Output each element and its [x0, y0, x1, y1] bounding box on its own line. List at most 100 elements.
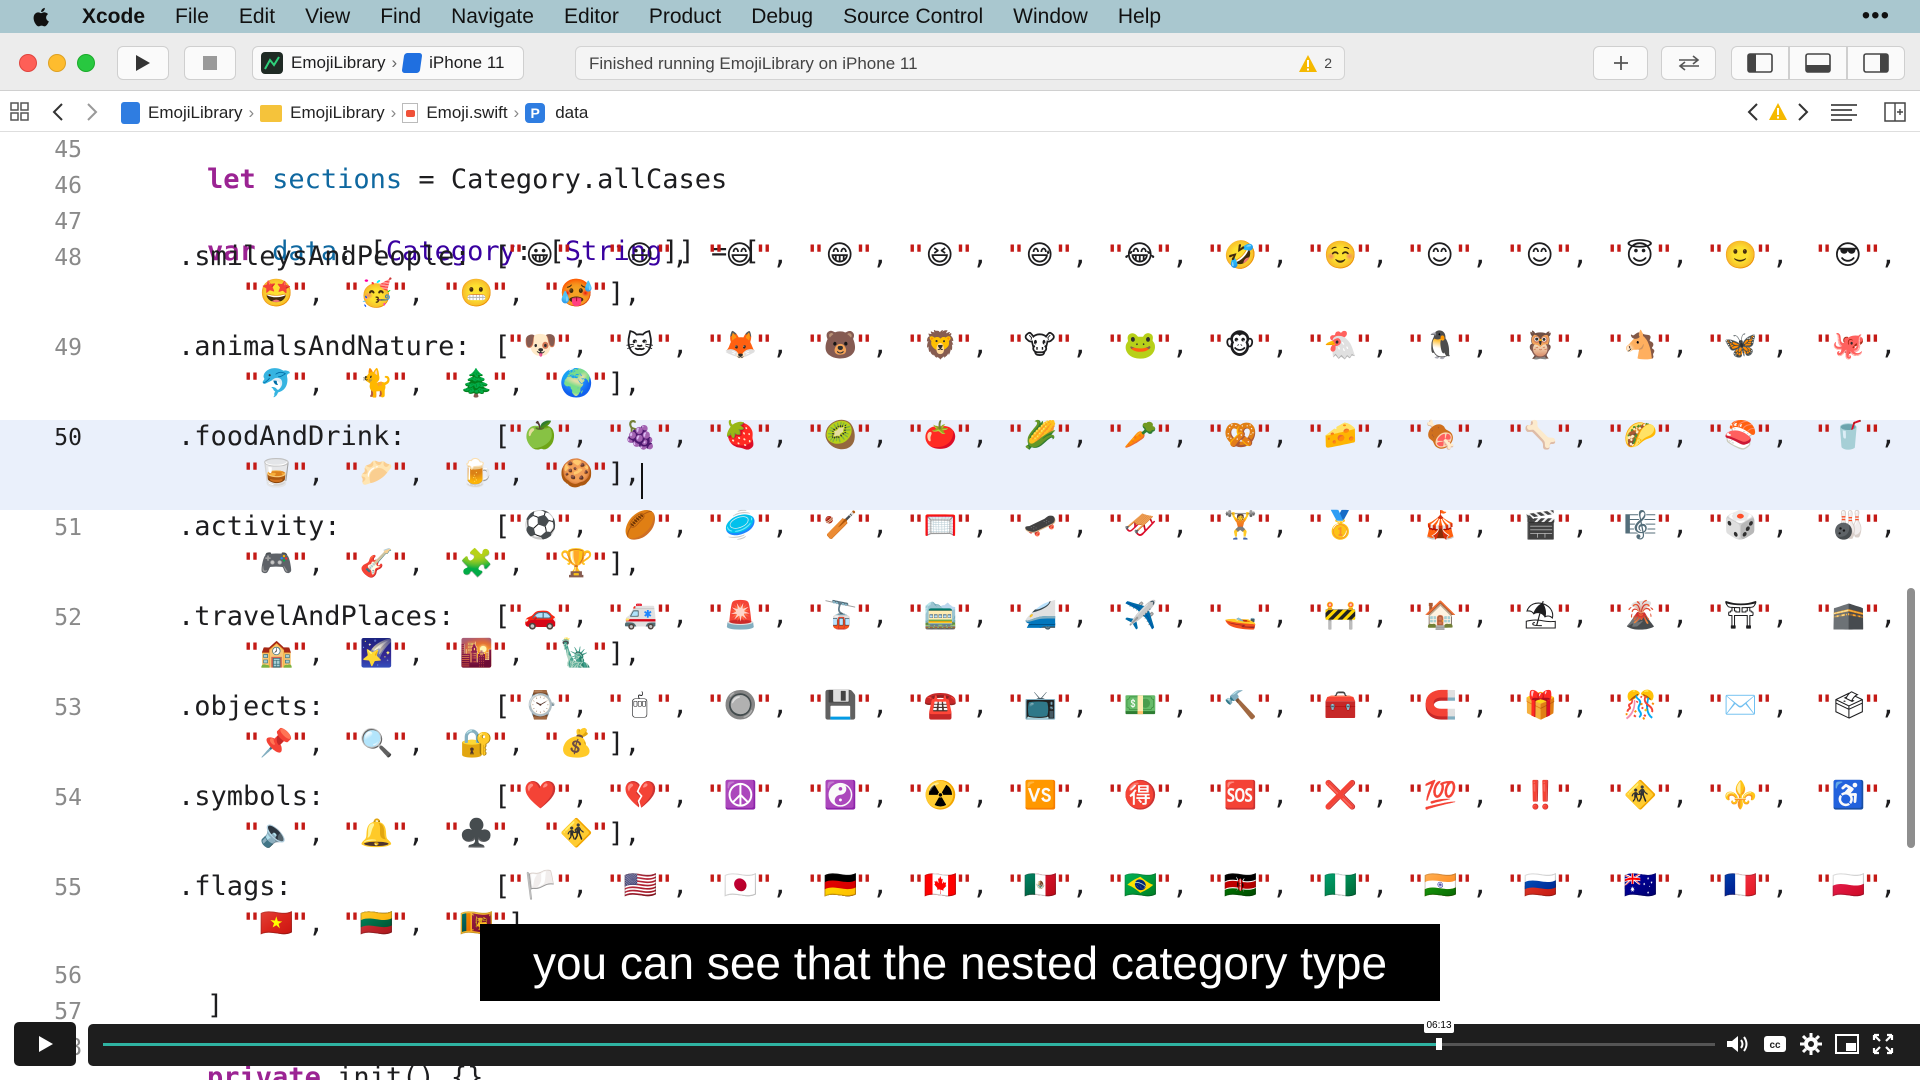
emoji-string-literal[interactable]: " 🌍 "],: [542, 367, 642, 400]
emoji-string-literal[interactable]: " 🕋 ",: [1806, 599, 1906, 632]
add-editor-icon[interactable]: [1884, 102, 1906, 122]
emoji-string-literal[interactable]: " 😀 ",: [506, 240, 606, 271]
emoji-string-literal[interactable]: " 😎 ",: [1806, 240, 1906, 271]
emoji-string-literal[interactable]: " 🍖 ",: [1406, 419, 1506, 452]
emoji-string-literal[interactable]: " ‼️ ",: [1506, 779, 1606, 812]
emoji-string-literal[interactable]: " 🐸 ",: [1106, 329, 1206, 362]
emoji-string-literal[interactable]: " 🎲 ",: [1706, 509, 1806, 542]
emoji-string-literal[interactable]: " 💾 ",: [806, 689, 906, 722]
toggle-debug-area-button[interactable]: [1789, 46, 1847, 80]
emoji-string-literal[interactable]: " 🦉 ",: [1506, 329, 1606, 362]
emoji-string-literal[interactable]: " 🐮 ",: [1006, 330, 1106, 361]
related-items-icon[interactable]: [10, 102, 30, 122]
menu-debug[interactable]: Debug: [751, 5, 813, 29]
emoji-string-literal[interactable]: " 🌠 ",: [342, 637, 442, 670]
emoji-string-literal[interactable]: " 🚧 ",: [1306, 599, 1406, 632]
minimize-window-button[interactable]: [48, 54, 66, 72]
picture-in-picture-icon[interactable]: [1834, 1031, 1860, 1057]
emoji-string-literal[interactable]: " 🍇 ",: [606, 419, 706, 452]
category-label[interactable]: .activity:: [178, 511, 341, 542]
emoji-string-literal[interactable]: " 🇺🇸 ",: [606, 869, 706, 902]
closed-captions-icon[interactable]: cc: [1762, 1031, 1788, 1057]
warning-icon[interactable]: [1298, 54, 1318, 73]
emoji-string-literal[interactable]: " 🥵 "],: [542, 277, 642, 310]
emoji-string-literal[interactable]: " 🏉 ",: [606, 509, 706, 542]
emoji-string-literal[interactable]: " 🚨 ",: [706, 599, 806, 632]
emoji-string-literal[interactable]: " 🇻🇳 ",: [242, 907, 342, 940]
emoji-string-literal[interactable]: " 🐶 ",: [506, 329, 606, 362]
emoji-string-literal[interactable]: " ⌚️ ",: [506, 689, 606, 722]
emoji-string-literal[interactable]: " 🥳 ",: [342, 277, 442, 310]
emoji-string-literal[interactable]: " 🎳 ",: [1806, 509, 1906, 542]
back-icon[interactable]: [52, 103, 64, 121]
emoji-string-literal[interactable]: " 🍅 ",: [906, 419, 1006, 452]
emoji-string-literal[interactable]: " 😁 ",: [806, 240, 906, 271]
emoji-string-literal[interactable]: " 🇷🇺 ",: [1506, 869, 1606, 902]
emoji-string-literal[interactable]: " 🍣 ",: [1706, 419, 1806, 452]
run-button[interactable]: [117, 46, 169, 80]
emoji-string-literal[interactable]: " 🇯🇵 ",: [706, 869, 806, 902]
toggle-inspector-button[interactable]: [1847, 46, 1905, 80]
emoji-string-literal[interactable]: " 🇳🇬 ",: [1306, 869, 1406, 902]
menu-navigate[interactable]: Navigate: [451, 5, 534, 29]
issue-warning-icon[interactable]: [1768, 102, 1788, 121]
emoji-string-literal[interactable]: " 🚸 "],: [542, 817, 642, 850]
emoji-string-literal[interactable]: " 🇱🇹 ",: [342, 907, 442, 940]
emoji-string-literal[interactable]: " 🐻 ",: [806, 329, 906, 362]
emoji-string-literal[interactable]: " 🌲 ",: [442, 367, 542, 400]
menu-help[interactable]: Help: [1118, 5, 1161, 29]
menu-xcode[interactable]: Xcode: [82, 5, 145, 29]
emoji-string-literal[interactable]: " 🥇 ",: [1306, 509, 1406, 542]
editor-scrollbar[interactable]: [1907, 588, 1915, 848]
emoji-string-literal[interactable]: " 😬 ",: [442, 277, 542, 310]
emoji-string-literal[interactable]: " ♿️ ",: [1806, 779, 1906, 812]
emoji-string-literal[interactable]: " 🍏 ",: [506, 419, 606, 452]
emoji-string-literal[interactable]: " 🉐 ",: [1106, 779, 1206, 812]
emoji-string-literal[interactable]: " 😆 ",: [906, 240, 1006, 271]
emoji-string-literal[interactable]: " 🌋 ",: [1606, 599, 1706, 632]
emoji-string-literal[interactable]: " 🇵🇱 ",: [1806, 869, 1906, 902]
emoji-string-literal[interactable]: " 🇩🇪 ",: [806, 869, 906, 902]
menu-view[interactable]: View: [305, 5, 350, 29]
emoji-string-literal[interactable]: " 🧲 ",: [1406, 689, 1506, 722]
emoji-string-literal[interactable]: " 🔈 ",: [242, 817, 342, 850]
emoji-string-literal[interactable]: " 💯 ",: [1406, 779, 1506, 812]
menu-product[interactable]: Product: [649, 5, 721, 29]
emoji-string-literal[interactable]: " 🦁 ",: [906, 329, 1006, 362]
emoji-string-literal[interactable]: " 😃 ",: [606, 240, 706, 271]
emoji-string-literal[interactable]: " 🛷 ",: [1106, 509, 1206, 542]
emoji-string-literal[interactable]: " 🍓 ",: [706, 419, 806, 452]
emoji-string-literal[interactable]: " 🍺 ",: [442, 457, 542, 490]
emoji-string-literal[interactable]: " 🖱 ",: [606, 689, 706, 721]
emoji-string-literal[interactable]: " 😄 ",: [706, 240, 806, 271]
emoji-string-literal[interactable]: " 🐧 ",: [1406, 329, 1506, 362]
editor-options-icon[interactable]: [1830, 103, 1858, 121]
emoji-string-literal[interactable]: " 💵 ",: [1106, 689, 1206, 722]
emoji-string-literal[interactable]: " 🔐 ",: [442, 727, 542, 760]
emoji-string-literal[interactable]: " 🇨🇦 ",: [906, 869, 1006, 902]
emoji-string-literal[interactable]: " 😊 ",: [1406, 240, 1506, 271]
emoji-string-literal[interactable]: " 🇧🇷 ",: [1106, 869, 1206, 902]
emoji-string-literal[interactable]: " 🌇 ",: [442, 637, 542, 670]
breadcrumb-project[interactable]: EmojiLibrary: [148, 103, 242, 123]
video-play-button[interactable]: [14, 1022, 76, 1066]
category-label[interactable]: .foodAndDrink:: [178, 421, 406, 452]
emoji-string-literal[interactable]: " ♣️ ",: [442, 817, 542, 850]
emoji-string-literal[interactable]: " 😇 ",: [1606, 240, 1706, 271]
emoji-string-literal[interactable]: " 🎬 ",: [1506, 509, 1606, 542]
category-label[interactable]: .animalsAndNature:: [178, 331, 471, 362]
forward-icon[interactable]: [86, 103, 98, 121]
emoji-string-literal[interactable]: " 😅 ",: [1006, 240, 1106, 271]
emoji-string-literal[interactable]: " 🚸 ",: [1606, 779, 1706, 812]
emoji-string-literal[interactable]: " 🆚 ",: [1006, 779, 1106, 812]
video-progress-handle[interactable]: [1436, 1038, 1442, 1050]
toggle-navigator-button[interactable]: [1731, 46, 1789, 80]
breadcrumb-file[interactable]: Emoji.swift: [426, 103, 507, 123]
fullscreen-icon[interactable]: [1870, 1031, 1896, 1057]
stop-button[interactable]: [184, 46, 236, 80]
emoji-string-literal[interactable]: " 📺 ",: [1006, 689, 1106, 722]
emoji-string-literal[interactable]: " 🐴 ",: [1606, 329, 1706, 362]
emoji-string-literal[interactable]: " 🦋 ",: [1706, 329, 1806, 362]
menu-editor[interactable]: Editor: [564, 5, 619, 29]
emoji-string-literal[interactable]: " 🧩 ",: [442, 547, 542, 580]
